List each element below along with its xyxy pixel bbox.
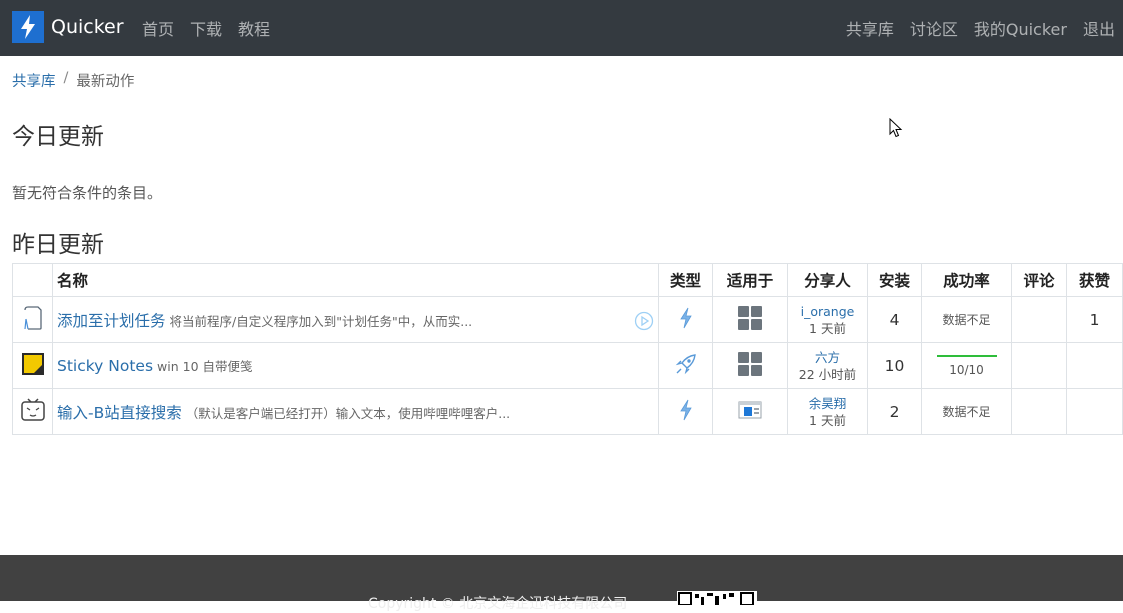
copyright-text: Copyright © 北京文海企迅科技有限公司 [368, 596, 628, 612]
user-nav: 共享库 讨论区 我的Quicker 退出 [846, 16, 1115, 40]
today-empty-message: 暂无符合条件的条目。 [12, 184, 163, 202]
quicker-logo-icon [12, 11, 44, 43]
action-title-link[interactable]: 添加至计划任务 [57, 312, 166, 330]
action-description: （默认是客户端已经打开）输入文本，使用哔哩哔哩客户... [185, 405, 511, 421]
nav-home-link[interactable]: 首页 [142, 16, 174, 40]
sticky-note-icon [21, 352, 44, 375]
installs-column-header[interactable]: 安装 [867, 263, 922, 297]
table-header-row: 名称 类型 适用于 分享人 安装 成功率 评论 获赞 [12, 263, 1123, 297]
qr-code-icon [677, 591, 757, 606]
likes-column-header[interactable]: 获赞 [1066, 263, 1123, 297]
sharer-column-header[interactable]: 分享人 [787, 263, 868, 297]
windows-grid-icon [738, 351, 762, 376]
applies-to-cell [712, 388, 788, 435]
action-title-link[interactable]: 输入-B站直接搜索 [57, 404, 182, 422]
table-row[interactable]: 添加至计划任务 将当前程序/自定义程序加入到"计划任务"中，从而实... i_or… [12, 296, 1123, 343]
success-rate: 10/10 [949, 362, 984, 377]
action-description: 将当前程序/自定义程序加入到"计划任务"中，从而实... [169, 313, 473, 329]
nav-tutorial-link[interactable]: 教程 [238, 16, 270, 40]
success-rate: 数据不足 [921, 388, 1012, 435]
shared-time: 1 天前 [809, 320, 846, 336]
lightning-icon [679, 399, 692, 420]
sharer-name-link[interactable]: i_orange [788, 303, 867, 320]
breadcrumb: 共享库 / 最新动作 [12, 70, 134, 91]
comments-count [1011, 388, 1067, 435]
type-cell [658, 388, 713, 435]
windows-grid-icon [738, 305, 762, 330]
nav-logout-link[interactable]: 退出 [1083, 16, 1115, 40]
nav-download-link[interactable]: 下载 [190, 16, 222, 40]
type-column-header[interactable]: 类型 [658, 263, 713, 297]
action-name-cell: 添加至计划任务 将当前程序/自定义程序加入到"计划任务"中，从而实... [52, 296, 659, 343]
lightning-icon [679, 307, 692, 328]
shared-time: 22 小时前 [798, 366, 857, 382]
mouse-cursor-icon [889, 118, 903, 138]
sharer-cell: 六方 22 小时前 [787, 342, 868, 389]
action-name-cell: 输入-B站直接搜索 （默认是客户端已经打开）输入文本，使用哔哩哔哩客户... [52, 388, 659, 435]
likes-count: 1 [1066, 296, 1123, 343]
applies-to-cell [712, 296, 788, 343]
success-rate-column-header[interactable]: 成功率 [921, 263, 1012, 297]
action-icon-cell [12, 388, 53, 435]
action-icon-cell [12, 342, 53, 389]
success-rate-bar [936, 354, 997, 357]
installs-count: 2 [867, 388, 922, 435]
sharer-name-link[interactable]: 余昊翔 [788, 395, 867, 412]
play-circle-icon[interactable] [634, 311, 654, 331]
breadcrumb-shared-library-link[interactable]: 共享库 [12, 70, 56, 91]
installs-count: 4 [867, 296, 922, 343]
action-description: win 10 自带便笺 [157, 359, 253, 374]
comments-column-header[interactable]: 评论 [1011, 263, 1067, 297]
actions-table: 名称 类型 适用于 分享人 安装 成功率 评论 获赞 添加至计划任务 将当前程序/… [12, 263, 1123, 435]
type-cell [658, 296, 713, 343]
action-name-cell: Sticky Notes win 10 自带便笺 [52, 342, 659, 389]
top-navbar: Quicker 首页 下载 教程 共享库 讨论区 我的Quicker 退出 [0, 0, 1123, 56]
success-rate: 数据不足 [921, 296, 1012, 343]
nav-my-quicker-link[interactable]: 我的Quicker [974, 16, 1067, 40]
action-title-link[interactable]: Sticky Notes [57, 357, 153, 375]
success-rate-cell: 10/10 [921, 342, 1012, 389]
icon-column-header [12, 263, 53, 297]
rocket-icon [675, 353, 696, 374]
table-row[interactable]: 输入-B站直接搜索 （默认是客户端已经打开）输入文本，使用哔哩哔哩客户... 余昊… [12, 388, 1123, 435]
likes-count [1066, 342, 1123, 389]
brand-name: Quicker [51, 16, 124, 38]
table-row[interactable]: Sticky Notes win 10 自带便笺 六方 22 小时前 10 10… [12, 342, 1123, 389]
breadcrumb-current: 最新动作 [76, 74, 135, 90]
shared-time: 1 天前 [809, 412, 846, 428]
action-icon-cell [12, 296, 53, 343]
yesterday-heading: 昨日更新 [12, 232, 104, 258]
nav-forum-link[interactable]: 讨论区 [910, 16, 958, 40]
brand[interactable]: Quicker [12, 10, 124, 44]
document-icon [23, 305, 42, 330]
installs-count: 10 [867, 342, 922, 389]
breadcrumb-separator: / [63, 70, 69, 86]
comments-count [1011, 342, 1067, 389]
comments-count [1011, 296, 1067, 343]
applies-to-cell [712, 342, 788, 389]
app-window-icon [738, 401, 762, 418]
main-nav: 首页 下载 教程 [142, 16, 270, 40]
type-cell [658, 342, 713, 389]
page-footer: Copyright © 北京文海企迅科技有限公司 [0, 555, 1123, 612]
applies-to-column-header[interactable]: 适用于 [712, 263, 788, 297]
nav-shared-library-link[interactable]: 共享库 [846, 16, 894, 40]
sharer-name-link[interactable]: 六方 [788, 349, 867, 366]
likes-count [1066, 388, 1123, 435]
bilibili-tv-icon [20, 397, 45, 421]
today-heading: 今日更新 [12, 124, 104, 150]
name-column-header[interactable]: 名称 [52, 263, 659, 297]
sharer-cell: i_orange 1 天前 [787, 296, 868, 343]
sharer-cell: 余昊翔 1 天前 [787, 388, 868, 435]
